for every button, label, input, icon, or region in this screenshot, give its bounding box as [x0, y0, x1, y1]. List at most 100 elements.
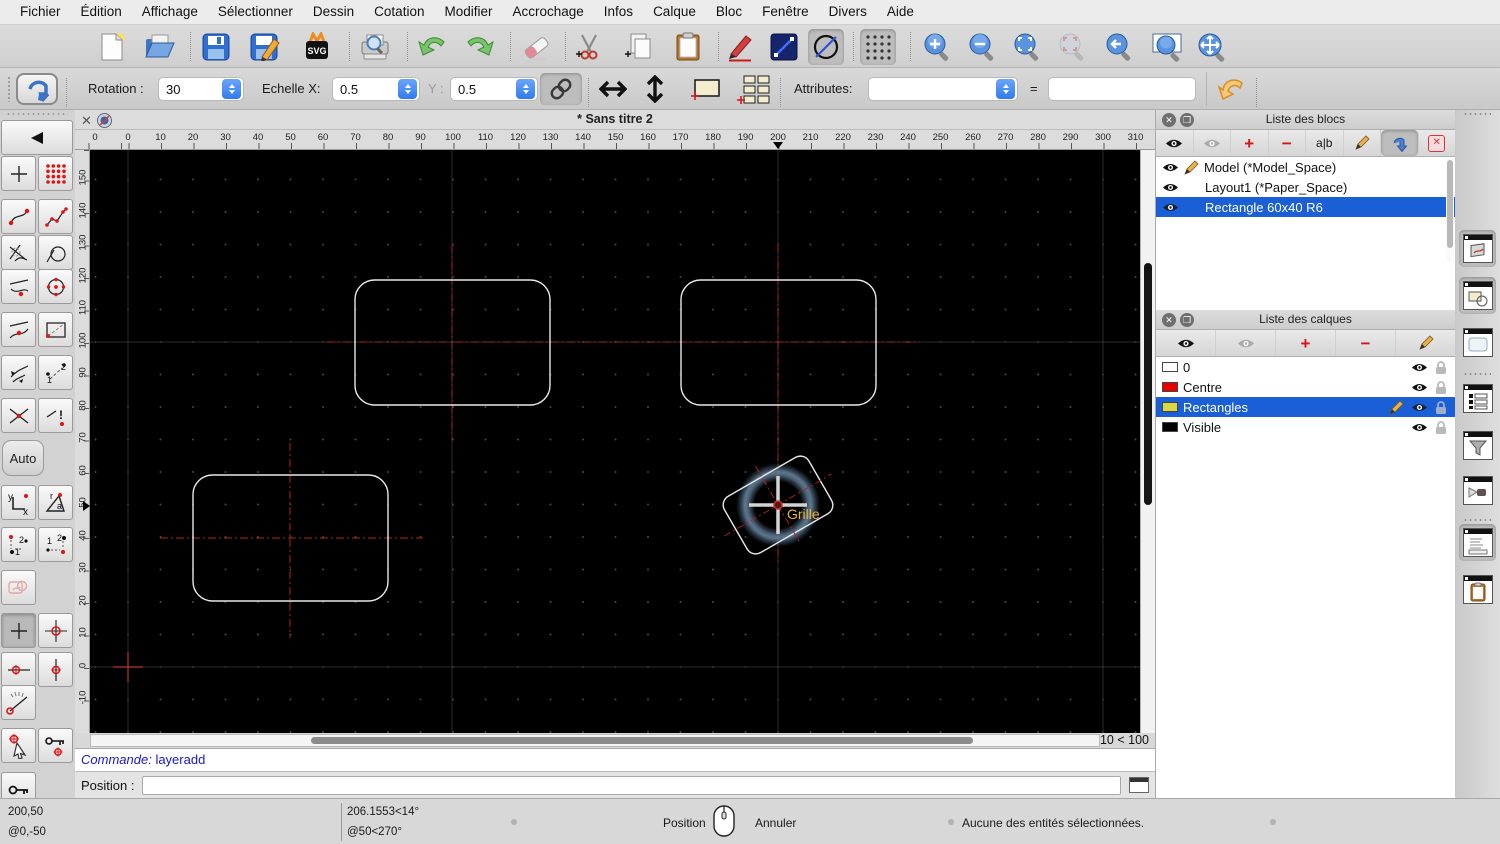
- menu-item-dessin[interactable]: Dessin: [303, 0, 364, 24]
- insert-block-button[interactable]: [1381, 130, 1419, 156]
- toggle-selection-filter-button[interactable]: [1459, 427, 1496, 464]
- show-all-layers-button[interactable]: [1156, 330, 1216, 356]
- snap-endpoints-button[interactable]: [1, 199, 36, 234]
- eye-icon[interactable]: [1411, 381, 1428, 394]
- rotate-action-button[interactable]: [16, 73, 58, 105]
- close-panel-icon[interactable]: ✕: [1162, 313, 1176, 327]
- snap-auto-button[interactable]: Auto: [2, 440, 44, 476]
- snap-middle-button[interactable]: [1, 312, 36, 347]
- zoom-fit-button[interactable]: [1010, 29, 1046, 65]
- lock-icon[interactable]: [1435, 420, 1447, 435]
- layer-color-swatch[interactable]: [1162, 362, 1178, 372]
- save-as-button[interactable]: [247, 29, 283, 65]
- lock-icon[interactable]: [1435, 360, 1447, 375]
- hide-all-layers-button[interactable]: [1216, 330, 1276, 356]
- zoom-in-button[interactable]: [920, 29, 956, 65]
- copy-button[interactable]: [620, 29, 656, 65]
- eye-icon[interactable]: [1162, 181, 1179, 194]
- layer-color-swatch[interactable]: [1162, 402, 1178, 412]
- palette-drag-handle[interactable]: [6, 112, 68, 117]
- layer-row[interactable]: Visible: [1156, 417, 1455, 437]
- toggle-command-widget-button[interactable]: [1129, 777, 1149, 793]
- menu-item-fichier[interactable]: Fichier: [10, 0, 71, 24]
- float-panel-icon[interactable]: ❐: [1180, 113, 1194, 127]
- eye-icon[interactable]: [1162, 201, 1179, 214]
- pencil-icon[interactable]: [1184, 159, 1199, 175]
- vertical-scrollbar[interactable]: [1140, 150, 1155, 733]
- close-panel-icon[interactable]: ✕: [1162, 113, 1176, 127]
- eye-icon[interactable]: [1411, 361, 1428, 374]
- vertical-scrollbar-thumb[interactable]: [1144, 263, 1152, 505]
- block-row[interactable]: Rectangle 60x40 R6: [1156, 197, 1455, 217]
- set-relative-zero-button[interactable]: [1, 728, 36, 763]
- hide-all-blocks-button[interactable]: [1194, 130, 1231, 156]
- restrict-orthogonal-button[interactable]: [38, 613, 73, 648]
- scale-x-spinbox[interactable]: 0.5: [332, 77, 420, 101]
- zoom-out-button[interactable]: [965, 29, 1001, 65]
- toggle-library-panel-button[interactable]: [1459, 324, 1496, 361]
- toggle-layer-panel-button[interactable]: [1459, 277, 1496, 314]
- menu-item-calque[interactable]: Calque: [643, 0, 706, 24]
- eye-icon[interactable]: [1411, 421, 1428, 434]
- rename-block-button[interactable]: a|b: [1306, 130, 1344, 156]
- menu-item-affichage[interactable]: Affichage: [132, 0, 208, 24]
- toggle-block-panel-button[interactable]: [1459, 230, 1496, 267]
- menu-item-edition[interactable]: Édition: [71, 0, 132, 24]
- horizontal-scrollbar[interactable]: [90, 734, 1100, 747]
- single-copy-button[interactable]: [686, 73, 726, 105]
- angle-restrict-button[interactable]: [1, 685, 36, 720]
- menu-item-infos[interactable]: Infos: [594, 0, 643, 24]
- menu-item-divers[interactable]: Divers: [819, 0, 877, 24]
- scale-x-stepper[interactable]: [398, 79, 417, 99]
- attributes-stepper[interactable]: [996, 79, 1015, 99]
- flip-horizontal-button[interactable]: [594, 73, 632, 105]
- block-list-scrollbar[interactable]: [1446, 158, 1454, 262]
- block-row[interactable]: Layout1 (*Paper_Space): [1156, 177, 1455, 197]
- float-panel-icon[interactable]: ❐: [1180, 313, 1194, 327]
- relative-corner-1-button[interactable]: 12: [1, 527, 36, 562]
- grid-toggle-button[interactable]: [860, 29, 896, 65]
- open-file-button[interactable]: [142, 29, 178, 65]
- svg-export-button[interactable]: SVG: [299, 29, 335, 65]
- add-block-button[interactable]: +: [1231, 130, 1269, 156]
- restrict-horizontal-button[interactable]: [1, 652, 36, 687]
- save-button[interactable]: [198, 29, 234, 65]
- eye-icon[interactable]: [1411, 401, 1428, 414]
- command-input[interactable]: [142, 775, 1121, 795]
- edit-block-button[interactable]: [1344, 130, 1381, 156]
- print-preview-button[interactable]: [357, 29, 393, 65]
- menu-item-cotation[interactable]: Cotation: [364, 0, 434, 24]
- toggle-clipboard-panel-button[interactable]: [1459, 571, 1496, 608]
- toggle-property-list-button[interactable]: [1459, 380, 1496, 417]
- scale-y-spinbox[interactable]: 0.5: [450, 77, 538, 101]
- new-document-button[interactable]: [94, 29, 130, 65]
- lock-relative-zero-button[interactable]: [38, 728, 73, 763]
- snap-intersection-manual-button[interactable]: [1, 398, 36, 433]
- scale-y-stepper[interactable]: [516, 79, 535, 99]
- undo-button[interactable]: [415, 29, 451, 65]
- layer-color-swatch[interactable]: [1162, 422, 1178, 432]
- back-button[interactable]: [1, 120, 73, 155]
- layer-row[interactable]: 0: [1156, 357, 1455, 377]
- attributes-combo[interactable]: [868, 77, 1018, 101]
- snap-center-button[interactable]: [38, 269, 73, 304]
- link-scale-button[interactable]: [540, 73, 582, 105]
- layer-row[interactable]: Rectangles: [1156, 397, 1455, 417]
- back-undo-action-button[interactable]: [1212, 73, 1254, 105]
- delete-block-button[interactable]: ✕: [1419, 130, 1456, 156]
- remove-block-button[interactable]: −: [1269, 130, 1306, 156]
- toggle-spotlight-button[interactable]: [1459, 472, 1496, 509]
- erase-button[interactable]: [518, 29, 554, 65]
- menu-item-selectionner[interactable]: Sélectionner: [208, 0, 303, 24]
- layer-row[interactable]: Centre: [1156, 377, 1455, 397]
- eye-icon[interactable]: [1162, 161, 1179, 174]
- zoom-window-button[interactable]: [1149, 29, 1185, 65]
- rotation-stepper[interactable]: [222, 79, 241, 99]
- rotation-spinbox[interactable]: 30: [158, 77, 244, 101]
- circle-tool-button[interactable]: [808, 29, 844, 65]
- multiple-copies-button[interactable]: [732, 73, 774, 105]
- remove-layer-button[interactable]: −: [1336, 330, 1396, 356]
- relative-corner-2-button[interactable]: 12: [38, 527, 73, 562]
- menu-item-aide[interactable]: Aide: [877, 0, 924, 24]
- snap-tangent-button[interactable]: [38, 235, 73, 270]
